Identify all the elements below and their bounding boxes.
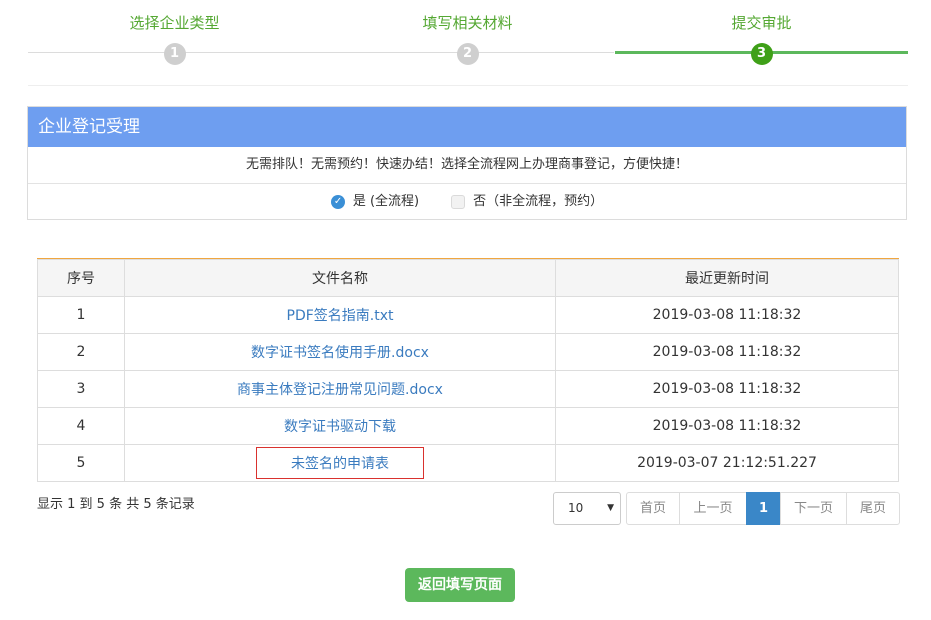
file-link[interactable]: 商事主体登记注册常见问题.docx bbox=[124, 370, 556, 408]
step-3-label: 提交审批 bbox=[731, 14, 792, 32]
caret-down-icon: ▼ bbox=[607, 503, 614, 513]
file-cell: 未签名的申请表 bbox=[124, 444, 556, 482]
file-link[interactable]: 数字证书签名使用手册.docx bbox=[124, 333, 556, 371]
table-row: 5 未签名的申请表 2019-03-07 21:12:51.227 bbox=[37, 444, 899, 482]
option-full-process[interactable]: 是 (全流程) bbox=[330, 184, 420, 220]
file-link-unsigned-form[interactable]: 未签名的申请表 bbox=[256, 447, 424, 479]
table-row: 3 商事主体登记注册常见问题.docx 2019-03-08 11:18:32 bbox=[37, 370, 899, 408]
option-non-full-process[interactable]: 否（非全流程，预约） bbox=[451, 184, 603, 220]
row-index: 4 bbox=[37, 407, 125, 445]
row-index: 3 bbox=[37, 370, 125, 408]
panel-notice: 无需排队！无需预约！快速办结！选择全流程网上办理商事登记，方便快捷！ bbox=[28, 147, 906, 184]
row-index: 5 bbox=[37, 444, 125, 482]
row-updated-time: 2019-03-08 11:18:32 bbox=[555, 407, 899, 445]
option-non-full-process-label: 否（非全流程，预约） bbox=[473, 194, 604, 209]
file-link[interactable]: 数字证书驱动下载 bbox=[124, 407, 556, 445]
page-size-value: 10 bbox=[568, 501, 584, 515]
step-2-number: 2 bbox=[456, 43, 479, 65]
step-2-label: 填写相关材料 bbox=[422, 14, 513, 32]
current-page-button[interactable]: 1 bbox=[746, 492, 781, 525]
step-2: 填写相关材料 2 bbox=[321, 0, 614, 70]
column-header-filename[interactable]: 文件名称 bbox=[124, 259, 556, 297]
last-page-button[interactable]: 尾页 bbox=[846, 492, 900, 525]
registration-panel: 企业登记受理 无需排队！无需预约！快速办结！选择全流程网上办理商事登记，方便快捷… bbox=[27, 106, 907, 220]
step-1: 选择企业类型 1 bbox=[28, 0, 321, 70]
back-to-form-button[interactable]: 返回填写页面 bbox=[405, 568, 515, 602]
row-index: 2 bbox=[37, 333, 125, 371]
step-indicator: 选择企业类型 1 填写相关材料 2 提交审批 3 bbox=[28, 0, 908, 70]
row-updated-time: 2019-03-08 11:18:32 bbox=[555, 370, 899, 408]
page-size-select[interactable]: 10 ▼ bbox=[553, 492, 621, 525]
file-table: 序号 文件名称 最近更新时间 1 PDF签名指南.txt 2019-03-08 … bbox=[37, 259, 899, 482]
row-updated-time: 2019-03-08 11:18:32 bbox=[555, 296, 899, 334]
column-header-updated[interactable]: 最近更新时间 bbox=[555, 259, 899, 297]
record-summary: 显示 1 到 5 条 共 5 条记录 bbox=[37, 497, 195, 512]
checked-radio-icon bbox=[330, 184, 345, 220]
process-options: 是 (全流程) 否（非全流程，预约） bbox=[28, 184, 906, 220]
table-row: 1 PDF签名指南.txt 2019-03-08 11:18:32 bbox=[37, 296, 899, 334]
prev-page-button[interactable]: 上一页 bbox=[679, 492, 747, 525]
step-1-number: 1 bbox=[163, 43, 186, 65]
option-full-process-label: 是 (全流程) bbox=[352, 194, 420, 209]
panel-title: 企业登记受理 bbox=[28, 107, 906, 147]
file-link[interactable]: PDF签名指南.txt bbox=[124, 296, 556, 334]
row-index: 1 bbox=[37, 296, 125, 334]
first-page-button[interactable]: 首页 bbox=[626, 492, 680, 525]
column-header-index: 序号 bbox=[37, 259, 125, 297]
step-3: 提交审批 3 bbox=[615, 0, 908, 70]
table-header-row: 序号 文件名称 最近更新时间 bbox=[37, 259, 899, 297]
file-table-container: 序号 文件名称 最近更新时间 1 PDF签名指南.txt 2019-03-08 … bbox=[37, 258, 899, 482]
step-3-number: 3 bbox=[750, 43, 773, 65]
step-1-label: 选择企业类型 bbox=[129, 14, 220, 32]
pagination: 首页 上一页 1 下一页 尾页 bbox=[626, 492, 900, 525]
divider bbox=[28, 85, 908, 86]
table-row: 2 数字证书签名使用手册.docx 2019-03-08 11:18:32 bbox=[37, 333, 899, 371]
unchecked-box-icon bbox=[451, 195, 466, 209]
row-updated-time: 2019-03-08 11:18:32 bbox=[555, 333, 899, 371]
next-page-button[interactable]: 下一页 bbox=[780, 492, 847, 525]
table-row: 4 数字证书驱动下载 2019-03-08 11:18:32 bbox=[37, 407, 899, 445]
row-updated-time: 2019-03-07 21:12:51.227 bbox=[555, 444, 899, 482]
